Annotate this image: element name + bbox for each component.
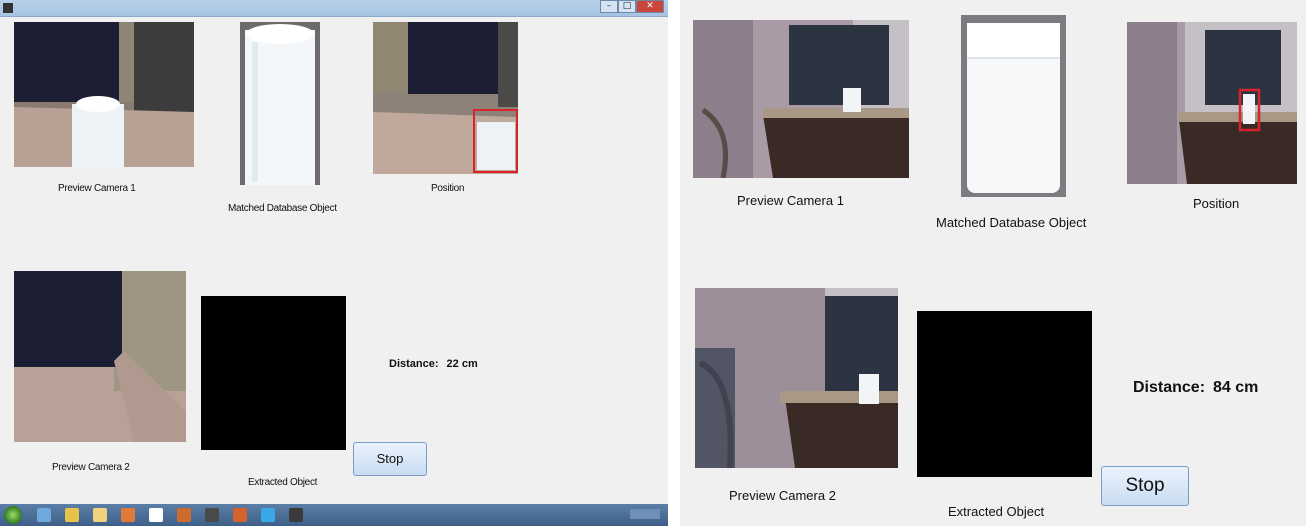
matched-database-object-image [961,15,1066,197]
minimize-button[interactable]: – [600,0,618,13]
matlab-icon[interactable] [233,508,247,522]
webcam-icon[interactable] [289,508,303,522]
matched-database-object-image [240,22,320,185]
preview-camera-1-label: Preview Camera 1 [58,183,136,194]
matched-database-object-label: Matched Database Object [936,215,1087,230]
taskbar [0,504,668,526]
distance-value: 22 cm [446,358,478,370]
distance-readout: Distance: 84 cm [1133,379,1258,397]
distance-label: Distance: [1133,379,1206,396]
app-icon[interactable] [149,508,163,522]
skype-icon[interactable] [261,508,275,522]
preview-camera-2-image [695,288,898,468]
extracted-object-label: Extracted Object [248,477,318,488]
extracted-object-image [201,296,346,450]
position-label: Position [1193,196,1240,211]
stop-button[interactable]: Stop [1101,466,1189,506]
preview-camera-1-label: Preview Camera 1 [737,193,844,208]
right-app-window: Preview Camera 1 Matched Database Object… [680,0,1306,526]
media-icon[interactable] [121,508,135,522]
distance-label: Distance: [389,358,439,370]
position-image [1127,22,1297,184]
distance-value: 84 cm [1213,379,1259,396]
position-image [373,22,518,174]
explorer-icon[interactable] [37,508,51,522]
extracted-object-label: Extracted Object [948,504,1045,519]
camera-icon[interactable] [205,508,219,522]
preview-camera-1-image [693,20,909,178]
matched-database-object-label: Matched Database Object [228,203,337,214]
preview-camera-2-label: Preview Camera 2 [729,488,836,503]
position-label: Position [431,183,465,194]
firefox-icon[interactable] [177,508,191,522]
left-app-window: – □ ✕ Preview Camera 1 Matched Database … [0,0,668,526]
stop-button[interactable]: Stop [353,442,427,476]
window-titlebar[interactable]: – □ ✕ [0,0,668,17]
maximize-button[interactable]: □ [618,0,636,13]
start-button[interactable] [4,506,22,524]
ie-icon[interactable] [65,508,79,522]
distance-readout: Distance: 22 cm [389,358,478,370]
tray-clock[interactable] [630,509,660,519]
preview-camera-2-label: Preview Camera 2 [52,462,130,473]
preview-camera-1-image [14,22,194,167]
app-icon [3,3,13,13]
preview-camera-2-image [14,271,186,442]
window-controls: – □ ✕ [600,0,664,13]
extracted-object-image [917,311,1092,477]
close-button[interactable]: ✕ [636,0,664,13]
folder-icon[interactable] [93,508,107,522]
